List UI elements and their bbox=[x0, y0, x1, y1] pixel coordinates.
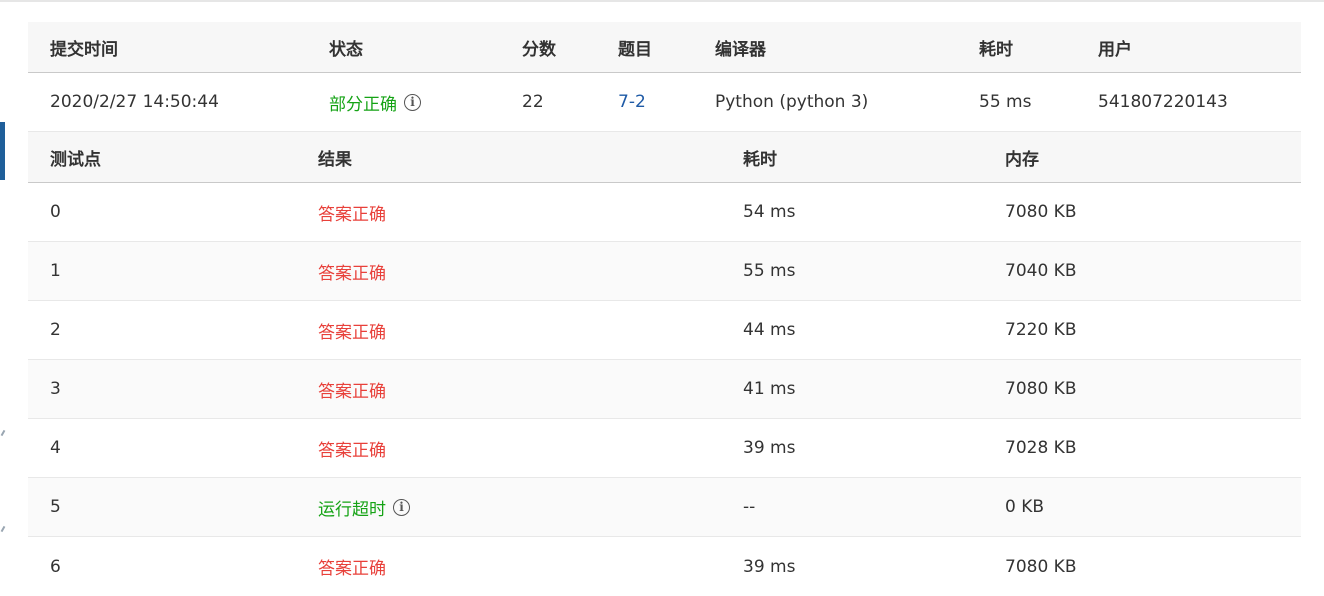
testcase-result: 答案正确 bbox=[318, 263, 386, 284]
testcase-point: 4 bbox=[50, 438, 61, 458]
info-circle-icon[interactable]: i bbox=[393, 498, 410, 516]
table-row: 3 答案正确 41 ms 7080 KB bbox=[28, 360, 1301, 419]
testcase-result[interactable]: 运行超时 i bbox=[318, 478, 410, 536]
submission-detail-panel: 提交时间 状态 分数 题目 编译器 耗时 用户 2020/2/27 14:50:… bbox=[28, 22, 1301, 596]
testcase-elapsed: 44 ms bbox=[743, 320, 796, 340]
header-elapsed: 耗时 bbox=[979, 39, 1013, 60]
header-score: 分数 bbox=[522, 39, 556, 60]
header-problem: 题目 bbox=[618, 39, 652, 60]
sidebar-edge-mark bbox=[0, 525, 6, 533]
table-row: 1 答案正确 55 ms 7040 KB bbox=[28, 242, 1301, 301]
testcase-memory: 7080 KB bbox=[1005, 202, 1077, 222]
submission-elapsed: 55 ms bbox=[979, 92, 1032, 112]
testcase-elapsed: -- bbox=[743, 497, 756, 517]
header-testcase-memory: 内存 bbox=[1005, 149, 1039, 170]
header-compiler: 编译器 bbox=[715, 39, 766, 60]
sidebar-edge-mark bbox=[0, 429, 6, 437]
testcase-point: 3 bbox=[50, 379, 61, 399]
status-text: 部分正确 bbox=[329, 94, 397, 115]
header-testcase-point: 测试点 bbox=[50, 149, 101, 170]
table-row: 6 答案正确 39 ms 7080 KB bbox=[28, 537, 1301, 596]
testcase-result: 答案正确 bbox=[318, 440, 386, 461]
testcase-elapsed: 54 ms bbox=[743, 202, 796, 222]
submission-score: 22 bbox=[522, 92, 544, 112]
table-row: 0 答案正确 54 ms 7080 KB bbox=[28, 183, 1301, 242]
testcase-memory: 7220 KB bbox=[1005, 320, 1077, 340]
problem-link[interactable]: 7-2 bbox=[618, 73, 646, 131]
testcase-result: 答案正确 bbox=[318, 381, 386, 402]
testcase-point: 0 bbox=[50, 202, 61, 222]
header-user: 用户 bbox=[1098, 39, 1132, 60]
table-row: 4 答案正确 39 ms 7028 KB bbox=[28, 419, 1301, 478]
testcase-table-header: 测试点 结果 耗时 内存 bbox=[28, 132, 1301, 183]
submit-time: 2020/2/27 14:50:44 bbox=[50, 92, 219, 112]
testcase-result: 答案正确 bbox=[318, 559, 386, 579]
compiler-value: Python (python 3) bbox=[715, 92, 869, 112]
testcase-point: 2 bbox=[50, 320, 61, 340]
header-testcase-elapsed: 耗时 bbox=[743, 149, 777, 170]
testcase-point: 5 bbox=[50, 497, 61, 517]
testcase-elapsed: 55 ms bbox=[743, 261, 796, 281]
testcase-result-text: 运行超时 bbox=[318, 499, 386, 520]
top-border bbox=[0, 0, 1324, 2]
testcase-elapsed: 39 ms bbox=[743, 556, 796, 577]
submission-table-header: 提交时间 状态 分数 题目 编译器 耗时 用户 bbox=[28, 22, 1301, 73]
info-circle-icon[interactable]: i bbox=[404, 93, 421, 111]
submission-row: 2020/2/27 14:50:44 部分正确 i 22 7-2 Python … bbox=[28, 73, 1301, 132]
header-status: 状态 bbox=[329, 39, 363, 60]
table-row: 5 运行超时 i -- 0 KB bbox=[28, 478, 1301, 537]
header-submit-time: 提交时间 bbox=[50, 39, 118, 60]
testcase-result: 答案正确 bbox=[318, 204, 386, 225]
sidebar-edge-accent bbox=[0, 122, 5, 180]
submission-user: 541807220143 bbox=[1098, 92, 1228, 112]
submission-status[interactable]: 部分正确 i bbox=[329, 73, 421, 131]
testcase-elapsed: 39 ms bbox=[743, 438, 796, 458]
testcase-point: 1 bbox=[50, 261, 61, 281]
testcase-memory: 7080 KB bbox=[1005, 556, 1077, 577]
testcase-elapsed: 41 ms bbox=[743, 379, 796, 399]
testcase-result: 答案正确 bbox=[318, 322, 386, 343]
testcase-memory: 7080 KB bbox=[1005, 379, 1077, 399]
table-row: 2 答案正确 44 ms 7220 KB bbox=[28, 301, 1301, 360]
testcase-point: 6 bbox=[50, 556, 61, 577]
testcase-memory: 0 KB bbox=[1005, 497, 1045, 517]
testcase-memory: 7028 KB bbox=[1005, 438, 1077, 458]
testcase-memory: 7040 KB bbox=[1005, 261, 1077, 281]
header-testcase-result: 结果 bbox=[318, 149, 352, 170]
